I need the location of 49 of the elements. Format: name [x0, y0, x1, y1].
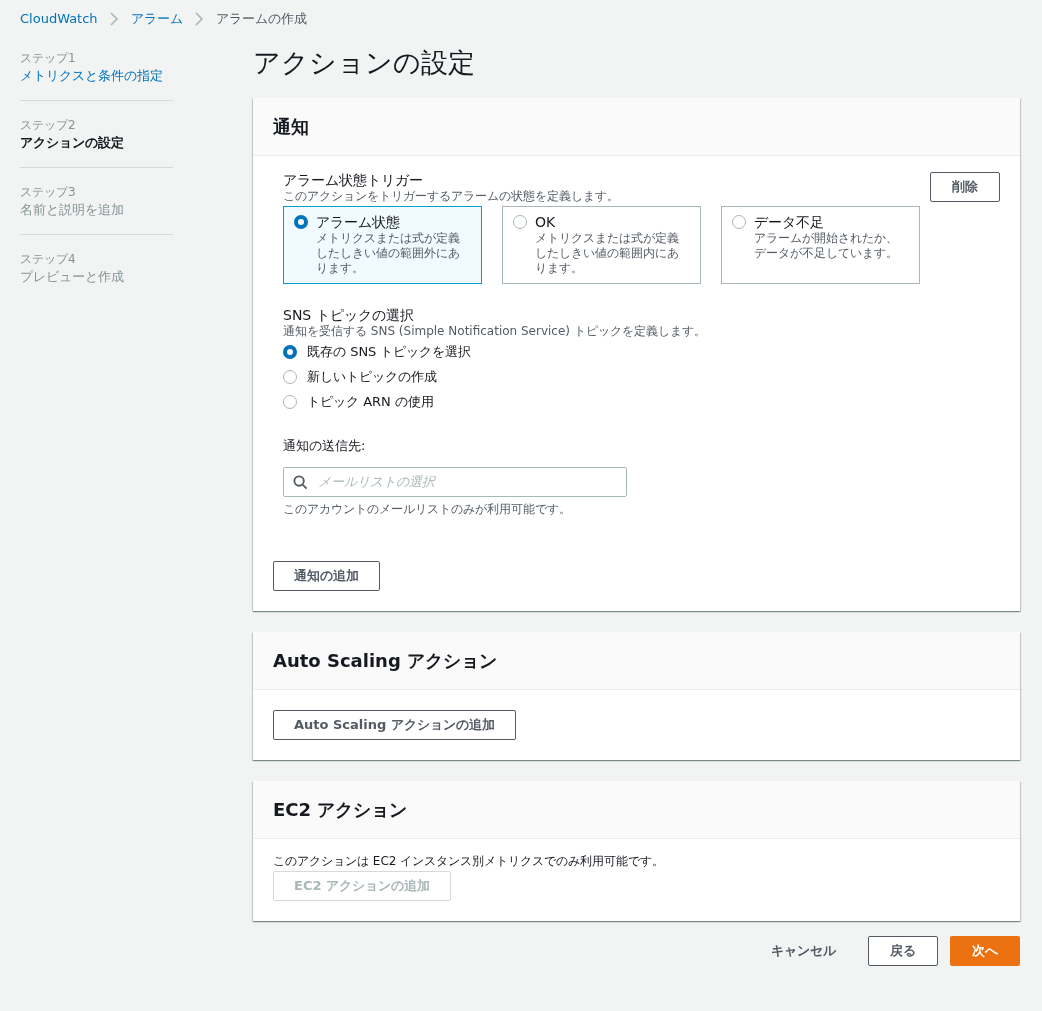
step-number: ステップ3 — [20, 183, 77, 200]
breadcrumb-link[interactable]: アラーム — [130, 9, 183, 29]
field-label: 通知の送信先: — [283, 436, 367, 455]
radio-button[interactable] — [513, 214, 527, 229]
radio-tile[interactable]: データ不足 アラームが開始されたか、データが不足しています。 — [721, 205, 920, 284]
field-description: 通知を受信する SNS (Simple Notification Service) トピックを定義します。 — [283, 323, 707, 339]
page-title: アクションの設定 — [253, 45, 476, 80]
field-label: アラーム状態トリガー — [283, 170, 424, 189]
panel-title: EC2 アクション — [273, 797, 408, 822]
option-description: アラームが開始されたか、データが不足しています。 — [754, 230, 899, 261]
radio-button[interactable] — [732, 214, 746, 229]
radio-label[interactable]: 新しいトピックの作成 — [307, 367, 437, 387]
option-label: OK — [535, 212, 557, 231]
step-label: アクションの設定 — [20, 133, 125, 152]
radio-button[interactable] — [283, 345, 297, 359]
field-label: SNS トピックの選択 — [283, 305, 415, 324]
step-number: ステップ1 — [20, 49, 77, 66]
step-number: ステップ2 — [20, 116, 77, 133]
radio-label[interactable]: 既存の SNS トピックを選択 — [307, 342, 472, 362]
add-button[interactable]: Auto Scaling アクションの追加 — [273, 709, 516, 740]
step-label: プレビューと作成 — [20, 267, 125, 286]
option-label: アラーム状態 — [316, 212, 401, 231]
chevron-right-icon — [109, 11, 119, 26]
radio-tile[interactable]: OK メトリクスまたは式が定義したしきい値の範囲内にあります。 — [502, 205, 701, 284]
step-number: ステップ4 — [20, 250, 77, 267]
panel-title: 通知 — [273, 114, 309, 139]
remove-button[interactable]: 削除 — [930, 171, 1000, 202]
field-description: このアクションをトリガーするアラームの状態を定義します。 — [283, 188, 619, 204]
radio-button[interactable] — [283, 370, 297, 384]
option-label: データ不足 — [754, 212, 825, 231]
breadcrumb-link[interactable]: CloudWatch — [20, 9, 98, 29]
note-text: このアクションは EC2 インスタンス別メトリクスでのみ利用可能です。 — [273, 852, 666, 869]
option-description: メトリクスまたは式が定義したしきい値の範囲内にあります。 — [535, 230, 680, 276]
search-field[interactable]: メールリストの選択 — [283, 466, 627, 497]
back-button[interactable]: 戻る — [868, 935, 938, 966]
search-icon — [293, 474, 308, 490]
chevron-right-icon — [194, 11, 204, 26]
radio-tile[interactable]: アラーム状態 メトリクスまたは式が定義したしきい値の範囲外にあります。 — [283, 205, 482, 284]
radio-button[interactable] — [294, 214, 308, 229]
option-description: メトリクスまたは式が定義したしきい値の範囲外にあります。 — [316, 230, 461, 276]
breadcrumb-current: アラームの作成 — [215, 10, 307, 28]
panel-title: Auto Scaling アクション — [273, 648, 498, 673]
step-label: 名前と説明を追加 — [20, 200, 125, 219]
radio-label[interactable]: トピック ARN の使用 — [307, 392, 434, 412]
field-hint: このアカウントのメールリストのみが利用可能です。 — [283, 501, 572, 517]
step-label[interactable]: メトリクスと条件の指定 — [20, 65, 173, 86]
add-button[interactable]: 通知の追加 — [273, 560, 380, 591]
radio-button[interactable] — [283, 395, 297, 409]
cancel-button[interactable]: キャンセル — [751, 935, 856, 966]
